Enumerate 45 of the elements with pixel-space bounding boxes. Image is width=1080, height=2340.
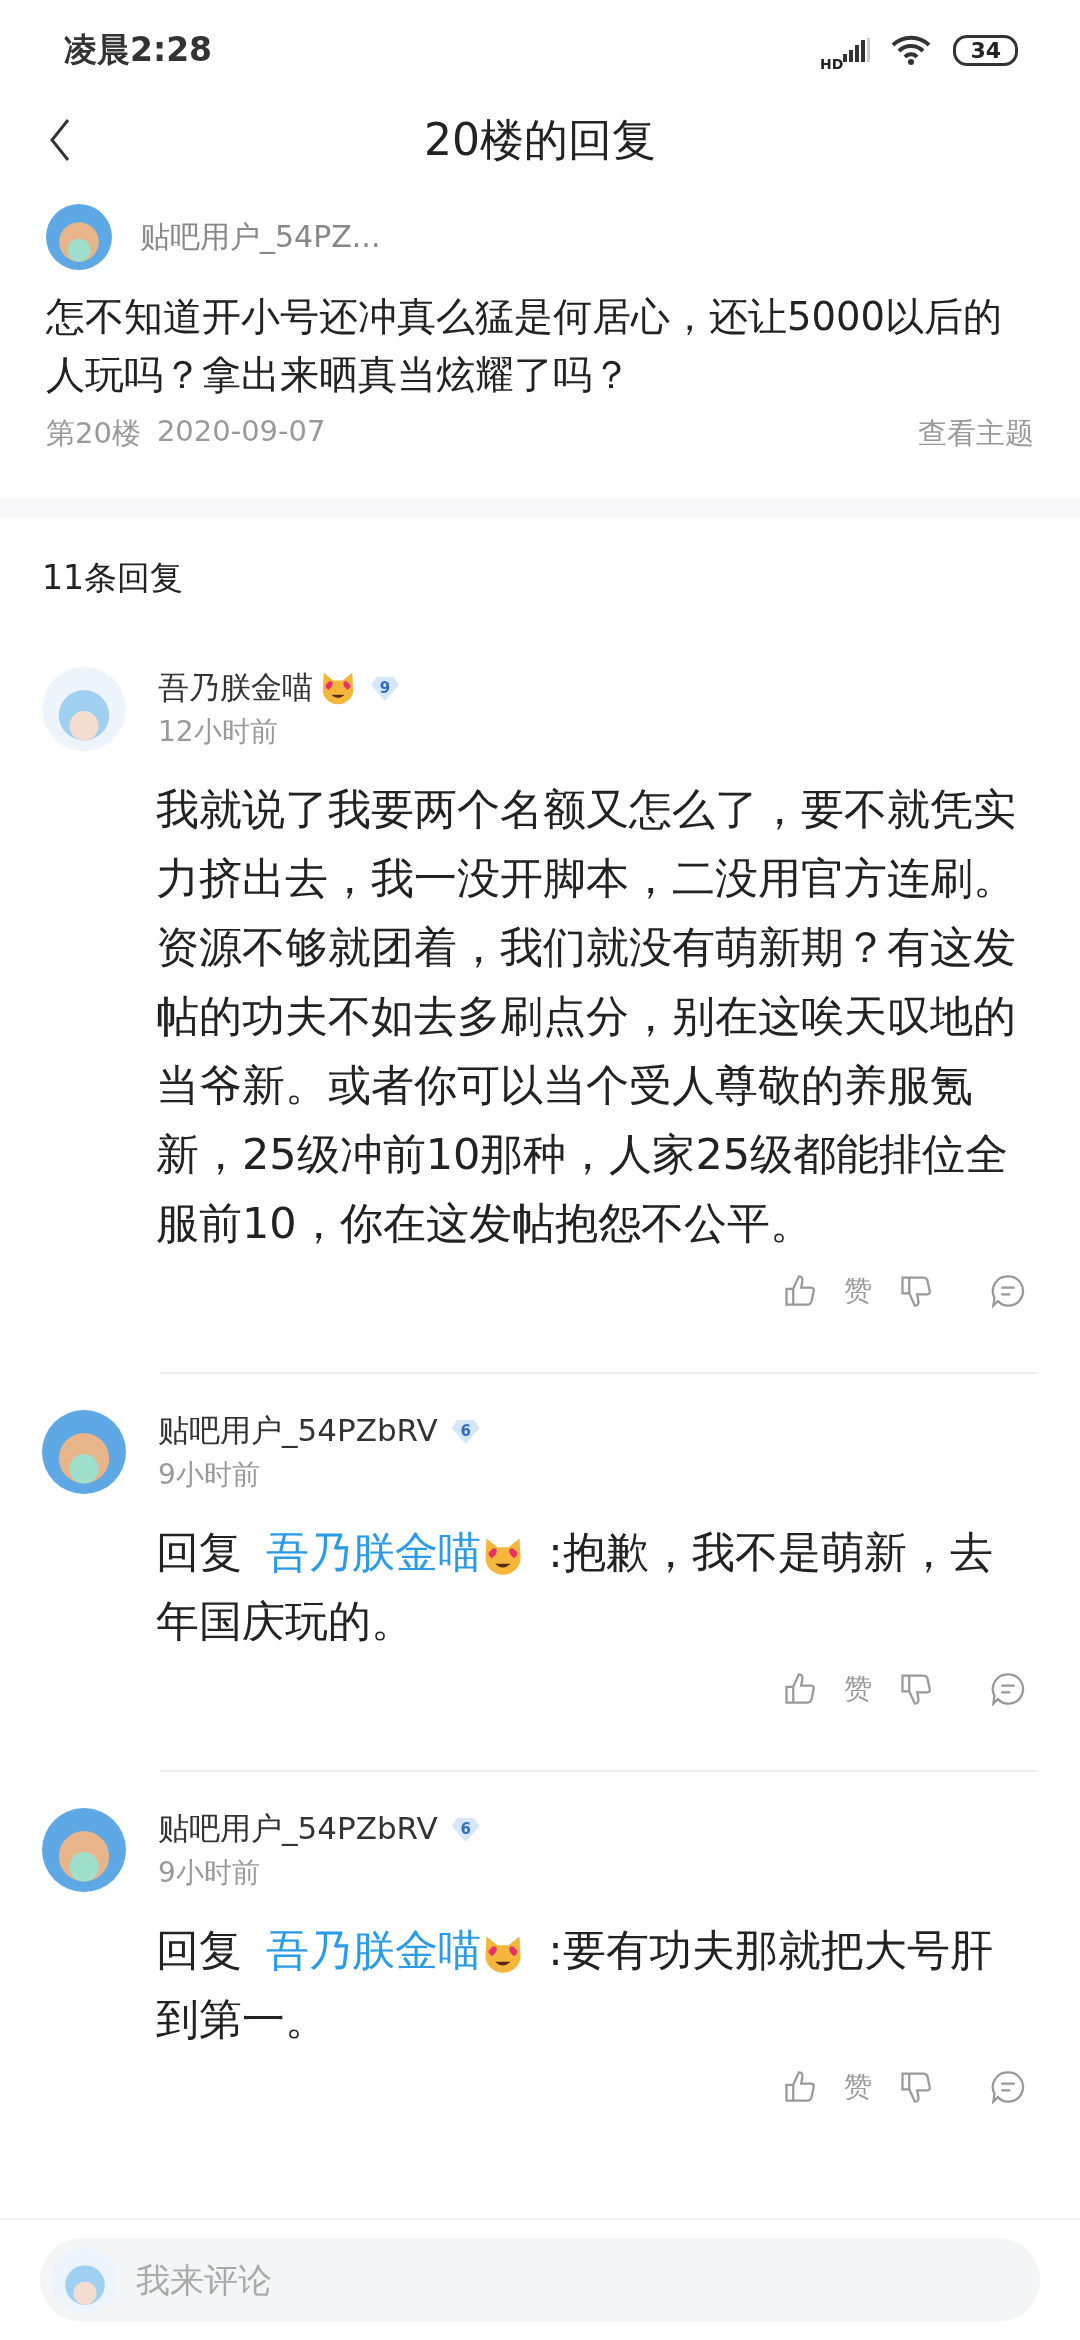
status-time: 凌晨2:28 [64,28,213,71]
author-name[interactable]: 吾乃朕金喵 [158,667,313,709]
level-badge: 6 [451,1816,480,1842]
wifi-icon [891,35,932,65]
thumbs-down-icon[interactable] [898,1671,934,1707]
thumbs-up-icon[interactable] [782,1273,818,1309]
user-link[interactable]: 吾乃朕金喵 [265,1527,481,1577]
thumbs-down-icon[interactable] [898,2069,934,2105]
post-text: 怎不知道开小号还冲真么猛是何居心，还让5000以后的人玩吗？拿出来晒真当炫耀了吗？ [46,293,1003,399]
reply-time: 9小时前 [158,1855,261,1891]
reply-count: 11条回复 [41,557,184,599]
view-topic-link[interactable]: 查看主题 [918,414,1034,454]
reply-text: 我就说了我要两个名额又怎么了，要不就凭实力挤出去，我一没开脚本，二没用官方连刷。资源不够就团着，我们就没有萌新期？有这发帖的功夫不如去多刷点分，别在这唉天叹地的当爷新。或者你可以当个受人尊敬的养服氪新，25级冲前10那种，人家25级都能排位全服前10，你在这发帖抱怨不公平。 [156,783,1017,1250]
author-name[interactable]: 贴吧用户_54PZbRV [158,1808,438,1850]
reply-text: 回复 吾乃朕金喵 :要有功夫那就把大号肝到第一。 [156,1924,994,2046]
level-badge: 6 [451,1418,480,1444]
user-link[interactable]: 吾乃朕金喵 [265,1925,481,1975]
comment-field[interactable]: 我来评论 [40,2238,1040,2322]
avatar[interactable] [42,1410,126,1494]
avatar[interactable] [46,204,112,270]
comment-icon[interactable] [990,2069,1026,2105]
author-name[interactable]: 贴吧用户_54PZbRV [158,1410,438,1452]
signal-icon [841,38,872,62]
avatar[interactable] [42,1808,126,1892]
network-label: HD [820,56,844,72]
reply-time: 12小时前 [158,714,279,750]
avatar[interactable] [42,667,126,751]
reply-time: 9小时前 [158,1457,261,1493]
comment-icon[interactable] [990,1273,1026,1309]
page-title: 20楼的回复 [424,112,656,167]
reply-text: 回复 吾乃朕金喵 :抱歉，我不是萌新，去年国庆玩的。 [156,1526,994,1648]
post-date: 2020-09-07 [156,414,326,450]
level-badge: 9 [371,675,399,701]
like-label[interactable]: 赞 [844,1670,872,1708]
floor-label: 第20楼 [46,415,141,452]
avatar[interactable] [52,2247,118,2313]
like-label[interactable]: 赞 [844,2068,872,2106]
battery-indicator: 34 [953,34,1018,66]
thumbs-down-icon[interactable] [898,1273,934,1309]
back-icon[interactable] [48,116,72,164]
thumbs-up-icon[interactable] [782,2069,818,2105]
like-label[interactable]: 赞 [844,1272,872,1310]
author-name[interactable]: 贴吧用户_54PZ... [140,216,381,258]
comment-icon[interactable] [990,1671,1026,1707]
thumbs-up-icon[interactable] [782,1671,818,1707]
